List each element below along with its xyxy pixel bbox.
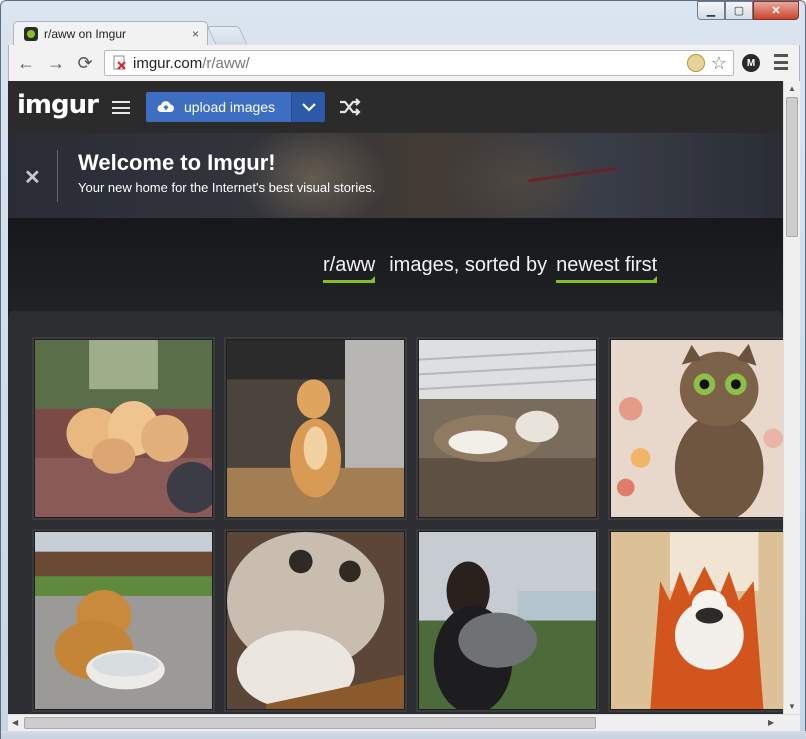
url-host: imgur.com [133, 54, 203, 72]
dog-standing-image [227, 340, 404, 517]
close-banner-icon[interactable]: ✕ [24, 165, 41, 190]
divider [57, 150, 58, 202]
gallery-thumb[interactable] [416, 529, 599, 712]
title-bar: r/aww on Imgur × ▁ ▢ ✕ [1, 1, 805, 46]
husky-image [419, 340, 596, 517]
sort-line: r/aww images, sorted by newest first [323, 254, 658, 283]
browser-tab[interactable]: r/aww on Imgur × [13, 21, 208, 46]
close-window-button[interactable]: ✕ [753, 1, 799, 20]
sort-middle-text: images, sorted by [389, 254, 548, 276]
imgur-navbar: imgur upload images [8, 81, 783, 133]
gallery-thumb[interactable] [608, 529, 783, 712]
browser-menu-icon[interactable] [774, 54, 788, 70]
imgur-logo[interactable]: imgur [17, 90, 99, 120]
chevron-down-icon [301, 102, 316, 112]
tab-close-icon[interactable]: × [192, 27, 199, 41]
gallery-thumb[interactable] [32, 529, 215, 712]
woman-with-dog-image [419, 532, 596, 709]
upload-label: upload images [184, 99, 276, 115]
forward-button[interactable]: → [45, 52, 67, 74]
profile-avatar[interactable]: M [742, 54, 760, 72]
omnibox-actions: ☆ [686, 54, 727, 72]
maximize-button[interactable]: ▢ [725, 1, 753, 20]
blocked-content-icon[interactable] [686, 54, 705, 72]
page-viewport: imgur upload images ✕ Welcome to Imgur! … [8, 81, 783, 714]
back-button[interactable]: ← [15, 52, 37, 74]
window-bottom-frame [1, 731, 806, 739]
sort-order-selector[interactable]: newest first [556, 254, 658, 283]
chicks-image [35, 340, 212, 517]
scroll-left-icon[interactable]: ◀ [12, 718, 18, 727]
welcome-banner: ✕ Welcome to Imgur! Your new home for th… [8, 133, 783, 218]
gallery-thumb[interactable] [224, 529, 407, 712]
reload-button[interactable]: ⟳ [74, 52, 96, 74]
banner-title: Welcome to Imgur! [78, 150, 276, 175]
address-bar[interactable]: imgur.com/r/aww/ ☆ [104, 50, 734, 76]
scroll-right-icon[interactable]: ▶ [768, 718, 774, 727]
upload-options-button[interactable] [291, 92, 325, 122]
minimize-button[interactable]: ▁ [697, 1, 725, 20]
hamburger-menu-icon[interactable] [112, 101, 130, 114]
gallery-thumb[interactable] [416, 337, 599, 520]
gallery-thumb[interactable] [32, 337, 215, 520]
scroll-down-icon[interactable]: ▼ [788, 702, 796, 711]
sort-heading: r/aww images, sorted by newest first [8, 218, 783, 313]
wide-eyed-cat-image [611, 340, 783, 517]
vertical-scrollbar[interactable]: ▲ ▼ [783, 81, 800, 714]
bookmark-star-icon[interactable]: ☆ [711, 54, 727, 72]
subreddit-selector[interactable]: r/aww [323, 254, 376, 283]
new-tab-button[interactable] [206, 26, 248, 44]
cloud-upload-icon [157, 101, 174, 112]
url-text: imgur.com/r/aww/ [133, 55, 250, 72]
url-path: /r/aww/ [202, 54, 250, 72]
shuffle-icon[interactable] [339, 98, 361, 116]
cat-throne-image [611, 532, 783, 709]
imgur-favicon-icon [24, 27, 38, 41]
browser-toolbar: ← → ⟳ imgur.com/r/aww/ ☆ M [8, 45, 800, 81]
vertical-scroll-thumb[interactable] [786, 97, 798, 237]
image-gallery [8, 311, 783, 714]
gallery-thumb[interactable] [608, 337, 783, 520]
insecure-page-icon [113, 55, 126, 70]
banner-subtitle: Your new home for the Internet's best vi… [78, 180, 376, 195]
scroll-up-icon[interactable]: ▲ [788, 84, 796, 93]
horizontal-scroll-thumb[interactable] [24, 717, 596, 729]
tab-title: r/aww on Imgur [44, 27, 127, 41]
golden-retriever-image [35, 532, 212, 709]
cat-closeup-image [227, 532, 404, 709]
horizontal-scrollbar[interactable]: ◀ ▶ [8, 714, 800, 731]
gallery-thumb[interactable] [224, 337, 407, 520]
browser-window: r/aww on Imgur × ▁ ▢ ✕ ← → ⟳ imgur.com/r… [0, 0, 806, 739]
window-controls: ▁ ▢ ✕ [697, 1, 799, 20]
upload-images-button[interactable]: upload images [146, 92, 291, 122]
